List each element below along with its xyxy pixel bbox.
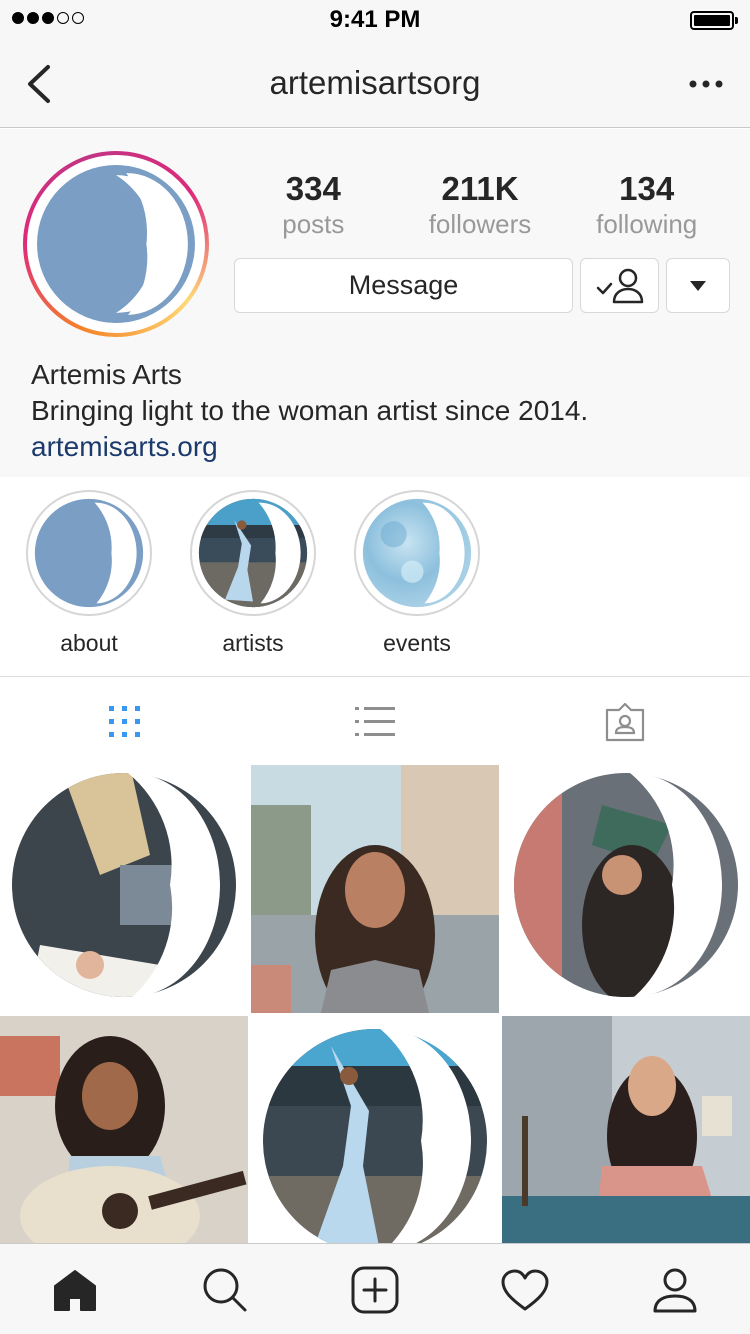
navigation-bar: artemisartsorg bbox=[0, 40, 750, 128]
profile-name: Artemis Arts bbox=[31, 359, 182, 390]
following-label: following bbox=[596, 209, 698, 239]
woman-smiling-street-photo bbox=[251, 765, 499, 1013]
tab-profile[interactable] bbox=[600, 1244, 750, 1334]
highlight-events[interactable]: events bbox=[354, 490, 480, 657]
post-thumbnail[interactable] bbox=[0, 765, 248, 1013]
heart-icon bbox=[501, 1269, 549, 1310]
website-link[interactable]: artemisarts.org bbox=[31, 429, 731, 465]
moon-logo-icon bbox=[37, 165, 195, 323]
post-thumbnail[interactable] bbox=[0, 1016, 248, 1243]
content-tabs bbox=[0, 678, 750, 765]
page-title: artemisartsorg bbox=[269, 64, 481, 101]
woman-painting-studio-photo bbox=[502, 1016, 750, 1243]
profile-header: 334 posts 211K followers 134 following M… bbox=[0, 129, 750, 477]
dancer-photo-thumbnail bbox=[198, 498, 308, 608]
stat-following[interactable]: 134 following bbox=[563, 169, 730, 239]
avatar[interactable] bbox=[23, 151, 209, 337]
followers-label: followers bbox=[428, 209, 532, 239]
stat-posts[interactable]: 334 posts bbox=[230, 169, 397, 239]
status-time: 9:41 PM bbox=[329, 6, 421, 33]
more-horizontal-icon bbox=[689, 80, 723, 88]
moon-logo-icon bbox=[34, 498, 144, 608]
following-status-button[interactable] bbox=[580, 258, 659, 313]
suggested-accounts-button[interactable] bbox=[666, 258, 730, 313]
tagged-icon bbox=[605, 702, 645, 741]
moon-cutout-photo-painter bbox=[502, 765, 750, 1013]
status-bar: 9:41 PM bbox=[0, 0, 750, 40]
tab-tagged[interactable] bbox=[500, 678, 750, 765]
highlight-artists[interactable]: artists bbox=[190, 490, 316, 657]
woman-guitar-photo bbox=[0, 1016, 248, 1243]
profile-icon bbox=[653, 1268, 697, 1312]
chevron-down-icon bbox=[690, 281, 706, 291]
following-count: 134 bbox=[619, 170, 675, 207]
post-thumbnail[interactable] bbox=[502, 765, 750, 1013]
watercolor-moon-thumbnail bbox=[362, 498, 472, 608]
posts-label: posts bbox=[282, 209, 345, 239]
grid-icon bbox=[109, 705, 140, 737]
tab-home[interactable] bbox=[0, 1244, 150, 1334]
tab-list[interactable] bbox=[250, 678, 500, 765]
highlight-label: about bbox=[60, 630, 118, 656]
posts-count: 334 bbox=[285, 170, 341, 207]
home-icon bbox=[54, 1269, 96, 1311]
more-options-button[interactable] bbox=[682, 70, 730, 98]
battery-icon bbox=[690, 11, 738, 30]
bio-text: Bringing light to the woman artist since… bbox=[31, 395, 589, 426]
highlight-label: events bbox=[383, 630, 451, 656]
highlight-about[interactable]: about bbox=[26, 490, 152, 657]
search-icon bbox=[203, 1268, 247, 1311]
moon-cutout-photo-dancer bbox=[251, 1016, 499, 1243]
story-highlights: about artists events bbox=[0, 477, 750, 677]
followers-count: 211K bbox=[441, 170, 519, 207]
highlight-label: artists bbox=[222, 630, 284, 656]
stat-followers[interactable]: 211K followers bbox=[397, 169, 564, 239]
user-check-icon bbox=[596, 268, 644, 304]
bottom-tab-bar bbox=[0, 1243, 750, 1334]
list-icon bbox=[355, 706, 395, 736]
tab-grid[interactable] bbox=[0, 678, 250, 765]
tab-activity[interactable] bbox=[450, 1244, 600, 1334]
add-icon bbox=[351, 1266, 399, 1313]
moon-cutout-photo-writing bbox=[0, 765, 248, 1013]
message-button[interactable]: Message bbox=[234, 258, 573, 313]
post-thumbnail[interactable] bbox=[251, 765, 499, 1013]
post-grid bbox=[0, 765, 750, 1243]
post-thumbnail[interactable] bbox=[251, 1016, 499, 1243]
profile-stats: 334 posts 211K followers 134 following bbox=[230, 169, 730, 239]
tab-search[interactable] bbox=[150, 1244, 300, 1334]
tab-add[interactable] bbox=[300, 1244, 450, 1334]
post-thumbnail[interactable] bbox=[502, 1016, 750, 1243]
bio: Artemis Arts Bringing light to the woman… bbox=[31, 357, 731, 465]
